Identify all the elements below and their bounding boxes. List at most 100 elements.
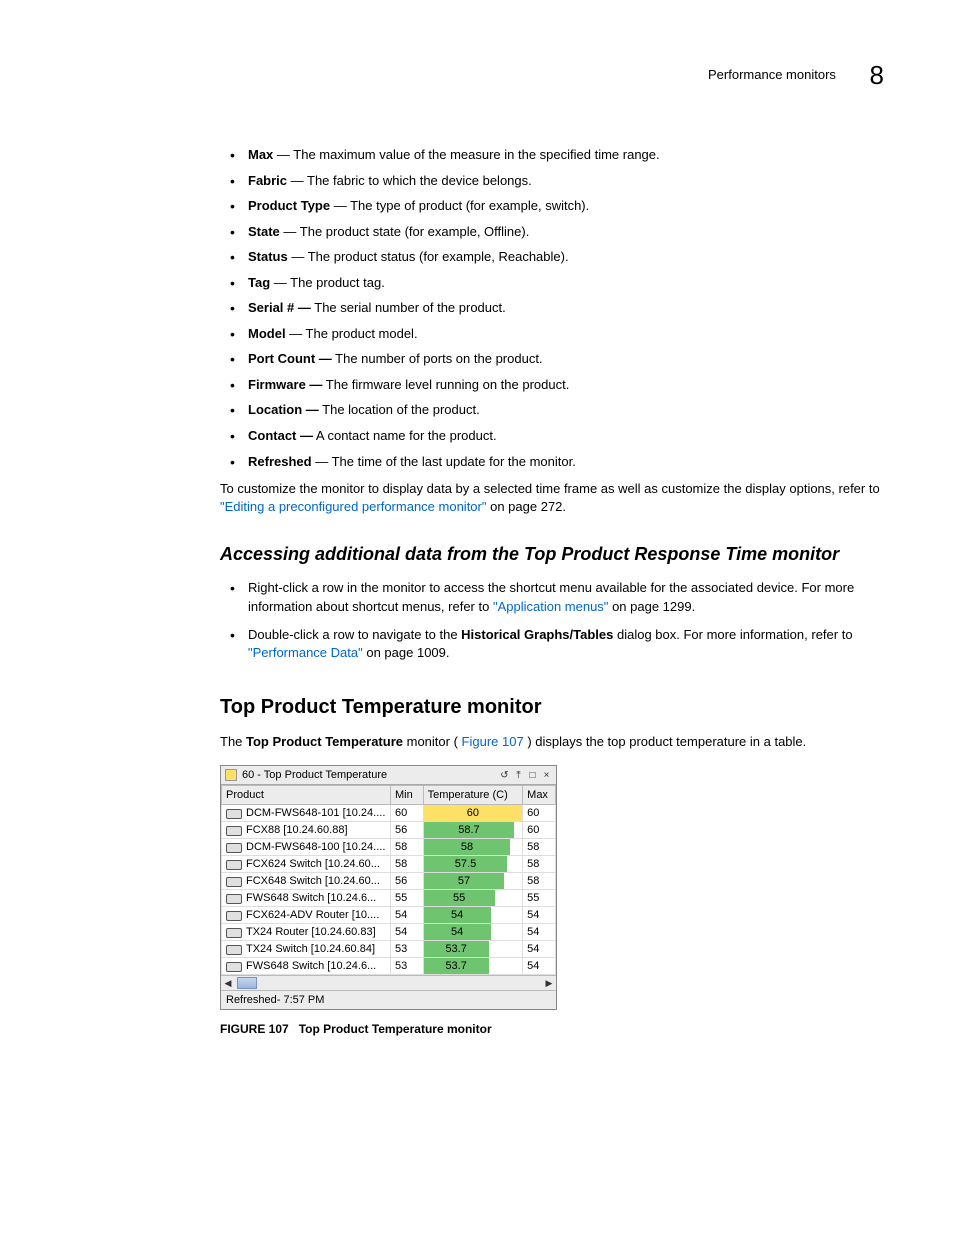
table-row[interactable]: FWS648 Switch [10.24.6...555555 bbox=[222, 890, 556, 907]
definition-item: Port Count — The number of ports on the … bbox=[248, 350, 884, 368]
col-temp[interactable]: Temperature (C) bbox=[423, 786, 523, 805]
definition-term: Refreshed bbox=[248, 454, 312, 469]
cell-min: 54 bbox=[390, 924, 423, 941]
cell-min: 56 bbox=[390, 822, 423, 839]
figure-label: FIGURE 107 bbox=[220, 1022, 289, 1036]
access-item-2: Double-click a row to navigate to the Hi… bbox=[248, 626, 884, 662]
table-row[interactable]: TX24 Switch [10.24.60.84]5353.754 bbox=[222, 941, 556, 958]
customize-note: To customize the monitor to display data… bbox=[220, 480, 884, 516]
cell-min: 54 bbox=[390, 907, 423, 924]
temperature-monitor-widget: 60 - Top Product Temperature ↺ ⤒ □ × Pro… bbox=[220, 765, 557, 1010]
close-icon[interactable]: × bbox=[541, 770, 552, 781]
definition-desc: — The type of product (for example, swit… bbox=[330, 198, 589, 213]
definition-term: Fabric bbox=[248, 173, 287, 188]
definition-desc: The location of the product. bbox=[319, 402, 480, 417]
cell-min: 58 bbox=[390, 856, 423, 873]
chapter-number: 8 bbox=[870, 60, 884, 91]
definition-item: Product Type — The type of product (for … bbox=[248, 197, 884, 215]
device-icon bbox=[226, 928, 242, 938]
cell-max: 60 bbox=[523, 805, 556, 822]
table-row[interactable]: DCM-FWS648-101 [10.24....606060 bbox=[222, 805, 556, 822]
col-max[interactable]: Max bbox=[523, 786, 556, 805]
cell-product: TX24 Switch [10.24.60.84] bbox=[222, 941, 391, 958]
definition-desc: — The maximum value of the measure in th… bbox=[273, 147, 659, 162]
scroll-right-icon[interactable]: ▶ bbox=[542, 978, 556, 989]
col-min[interactable]: Min bbox=[390, 786, 423, 805]
definition-item: Location — The location of the product. bbox=[248, 401, 884, 419]
cell-max: 54 bbox=[523, 941, 556, 958]
temp-bar: 55 bbox=[424, 890, 495, 906]
refresh-icon[interactable]: ↺ bbox=[499, 770, 510, 781]
customize-suffix: on page 272. bbox=[490, 499, 566, 514]
temp-bar: 57.5 bbox=[424, 856, 508, 872]
figure-caption: FIGURE 107 Top Product Temperature monit… bbox=[220, 1022, 884, 1036]
horizontal-scrollbar[interactable]: ◀ ▶ bbox=[221, 975, 556, 990]
section-heading: Top Product Temperature monitor bbox=[220, 696, 884, 719]
application-menus-link[interactable]: "Application menus" bbox=[493, 599, 608, 614]
header-title: Performance monitors bbox=[708, 67, 836, 82]
maximize-icon[interactable]: □ bbox=[527, 770, 538, 781]
editing-monitor-link[interactable]: "Editing a preconfigured performance mon… bbox=[220, 499, 486, 514]
scroll-left-icon[interactable]: ◀ bbox=[221, 978, 235, 989]
cell-temp: 54 bbox=[423, 907, 523, 924]
accessing-heading: Accessing additional data from the Top P… bbox=[220, 544, 884, 565]
definition-term: State bbox=[248, 224, 280, 239]
cell-temp: 53.7 bbox=[423, 941, 523, 958]
definition-desc: The serial number of the product. bbox=[311, 300, 506, 315]
definition-item: Contact — A contact name for the product… bbox=[248, 427, 884, 445]
device-icon bbox=[226, 911, 242, 921]
temp-bar: 57 bbox=[424, 873, 505, 889]
table-row[interactable]: FWS648 Switch [10.24.6...5353.754 bbox=[222, 958, 556, 975]
device-icon bbox=[226, 945, 242, 955]
performance-data-link[interactable]: "Performance Data" bbox=[248, 645, 363, 660]
definition-term: Firmware — bbox=[248, 377, 322, 392]
device-icon bbox=[226, 826, 242, 836]
monitor-titlebar: 60 - Top Product Temperature ↺ ⤒ □ × bbox=[221, 766, 556, 785]
definition-item: Model — The product model. bbox=[248, 325, 884, 343]
monitor-table: Product Min Temperature (C) Max DCM-FWS6… bbox=[221, 785, 556, 975]
cell-product: DCM-FWS648-101 [10.24.... bbox=[222, 805, 391, 822]
col-product[interactable]: Product bbox=[222, 786, 391, 805]
temp-bar: 58 bbox=[424, 839, 511, 855]
definition-term: Status bbox=[248, 249, 288, 264]
table-row[interactable]: FCX88 [10.24.60.88]5658.760 bbox=[222, 822, 556, 839]
definition-item: Firmware — The firmware level running on… bbox=[248, 376, 884, 394]
temp-bar: 54 bbox=[424, 924, 491, 940]
device-icon bbox=[226, 877, 242, 887]
cell-product: FCX88 [10.24.60.88] bbox=[222, 822, 391, 839]
definition-item: State — The product state (for example, … bbox=[248, 223, 884, 241]
cell-product: DCM-FWS648-100 [10.24.... bbox=[222, 839, 391, 856]
definition-desc: — The fabric to which the device belongs… bbox=[287, 173, 532, 188]
cell-max: 58 bbox=[523, 839, 556, 856]
scroll-thumb[interactable] bbox=[237, 977, 257, 989]
definition-term: Location — bbox=[248, 402, 319, 417]
cell-product: FCX624-ADV Router [10.... bbox=[222, 907, 391, 924]
figure-text: Top Product Temperature monitor bbox=[299, 1022, 492, 1036]
definition-term: Tag bbox=[248, 275, 270, 290]
definition-item: Refreshed — The time of the last update … bbox=[248, 453, 884, 471]
definition-desc: A contact name for the product. bbox=[313, 428, 497, 443]
cell-min: 53 bbox=[390, 941, 423, 958]
cell-max: 60 bbox=[523, 822, 556, 839]
device-icon bbox=[226, 860, 242, 870]
cell-min: 55 bbox=[390, 890, 423, 907]
device-icon bbox=[226, 843, 242, 853]
cell-temp: 60 bbox=[423, 805, 523, 822]
cell-max: 58 bbox=[523, 873, 556, 890]
figure-107-link[interactable]: Figure 107 bbox=[462, 734, 524, 749]
cell-max: 55 bbox=[523, 890, 556, 907]
table-row[interactable]: FCX648 Switch [10.24.60...565758 bbox=[222, 873, 556, 890]
table-row[interactable]: FCX624 Switch [10.24.60...5857.558 bbox=[222, 856, 556, 873]
table-row[interactable]: FCX624-ADV Router [10....545454 bbox=[222, 907, 556, 924]
cell-temp: 53.7 bbox=[423, 958, 523, 975]
definition-item: Status — The product status (for example… bbox=[248, 248, 884, 266]
pin-icon[interactable]: ⤒ bbox=[513, 770, 524, 781]
definition-term: Contact — bbox=[248, 428, 313, 443]
table-row[interactable]: DCM-FWS648-100 [10.24....585858 bbox=[222, 839, 556, 856]
table-row[interactable]: TX24 Router [10.24.60.83]545454 bbox=[222, 924, 556, 941]
definition-item: Max — The maximum value of the measure i… bbox=[248, 146, 884, 164]
definition-desc: The firmware level running on the produc… bbox=[322, 377, 569, 392]
temp-bar: 60 bbox=[424, 805, 523, 821]
cell-temp: 54 bbox=[423, 924, 523, 941]
temp-bar: 54 bbox=[424, 907, 491, 923]
